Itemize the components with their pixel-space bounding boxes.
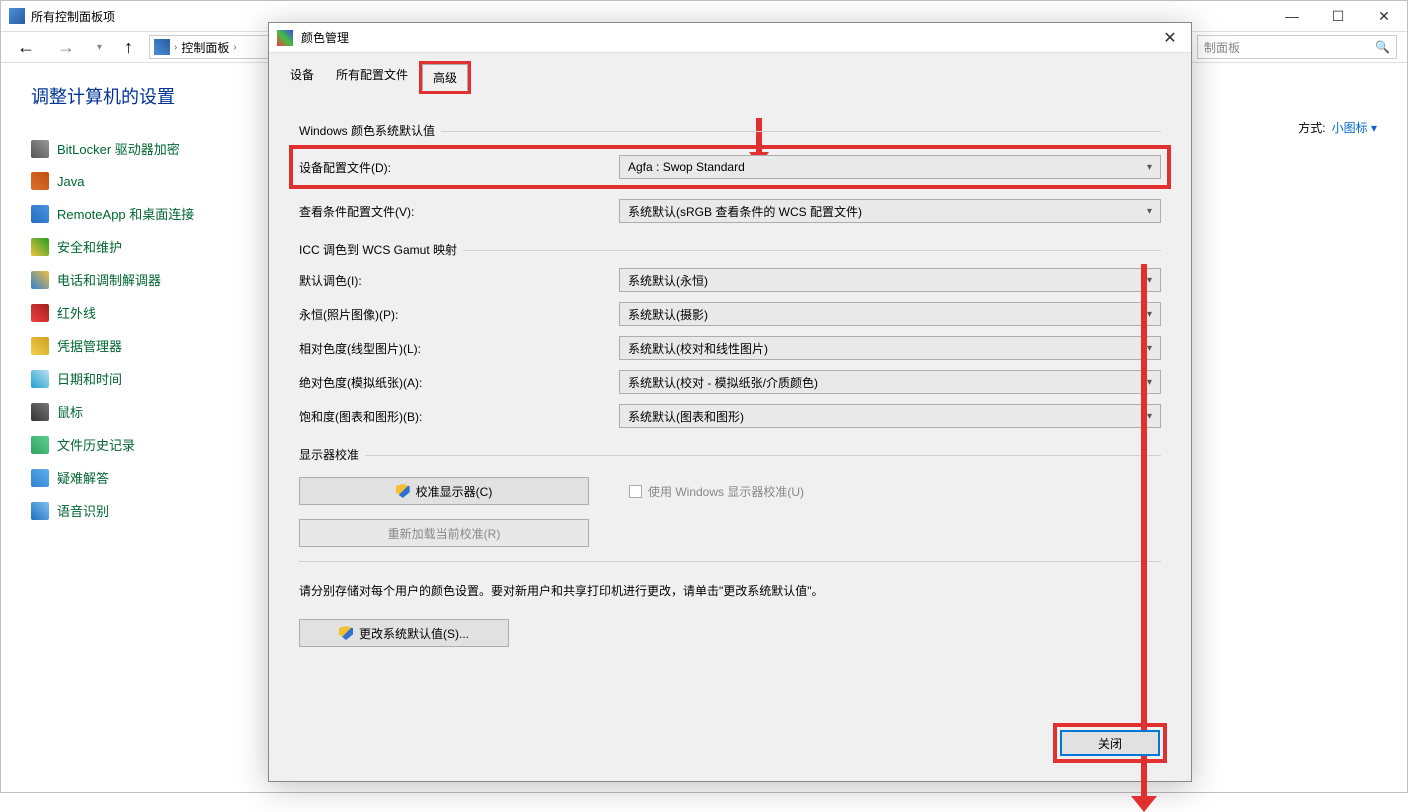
change-system-defaults-button[interactable]: 更改系统默认值(S)... [299,619,509,647]
close-window-button[interactable]: ✕ [1361,1,1407,31]
annotation-arrow-head [1131,796,1157,812]
search-placeholder: 制面板 [1204,39,1240,56]
shield-icon [396,484,410,498]
dialog-title: 颜色管理 [301,29,349,46]
color-management-icon [277,30,293,46]
calibrate-display-button[interactable]: 校准显示器(C) [299,477,589,505]
remoteapp-icon [31,205,49,223]
dialog-titlebar[interactable]: 颜色管理 ✕ [269,23,1191,53]
shield-icon [339,626,353,640]
absolute-colorimetric-label: 绝对色度(模拟纸张)(A): [299,374,619,391]
cp-title: 所有控制面板项 [31,8,115,25]
absolute-colorimetric-combo[interactable]: 系统默认(校对 - 模拟纸张/介质颜色)▾ [619,370,1161,394]
chevron-down-icon: ▾ [1147,411,1152,422]
credentials-icon [31,337,49,355]
chevron-down-icon: ▾ [1147,162,1152,173]
viewing-conditions-combo[interactable]: 系统默认(sRGB 查看条件的 WCS 配置文件) ▾ [619,199,1161,223]
troubleshoot-icon [31,469,49,487]
saturation-combo[interactable]: 系统默认(图表和图形)▾ [619,404,1161,428]
minimize-button[interactable]: — [1269,1,1315,31]
close-button[interactable]: 关闭 [1060,730,1160,756]
viewing-conditions-label: 查看条件配置文件(V): [299,203,619,220]
dialog-close-button[interactable]: ✕ [1155,27,1185,49]
mouse-icon [31,403,49,421]
control-panel-icon [9,8,25,24]
group-icc-gamut: ICC 调色到 WCS Gamut 映射 [299,241,1161,258]
default-intent-label: 默认调色(I): [299,272,619,289]
device-profile-combo[interactable]: Agfa : Swop Standard ▾ [619,155,1161,179]
back-button[interactable]: ← [11,37,41,58]
view-mode-selector: 方式: 小图标 ▾ [1298,119,1377,136]
annotation-close-highlight: 关闭 [1053,723,1167,763]
chevron-down-icon: ▾ [1147,309,1152,320]
perceptual-label: 永恒(照片图像)(P): [299,306,619,323]
forward-button[interactable]: → [51,37,81,58]
reload-calibration-button: 重新加载当前校准(R) [299,519,589,547]
checkbox-icon [629,485,642,498]
annotation-tab-highlight: 高级 [419,61,471,94]
chevron-down-icon: ▾ [1147,275,1152,286]
up-button[interactable]: ↑ [118,37,139,58]
filehistory-icon [31,436,49,454]
chevron-down-icon: ▾ [1147,343,1152,354]
annotation-row-highlight: 设备配置文件(D): Agfa : Swop Standard ▾ [289,145,1171,189]
group-display-calibration: 显示器校准 [299,446,1161,463]
java-icon [31,172,49,190]
tab-all-profiles[interactable]: 所有配置文件 [325,61,419,94]
group-windows-defaults: Windows 颜色系统默认值 [299,122,1161,139]
tab-devices[interactable]: 设备 [279,61,325,94]
search-icon: 🔍 [1375,40,1390,54]
breadcrumb-item[interactable]: 控制面板 [181,39,229,56]
speech-icon [31,502,49,520]
chevron-down-icon: ▾ [1147,377,1152,388]
maximize-button[interactable]: ☐ [1315,1,1361,31]
tab-advanced[interactable]: 高级 [422,64,468,91]
phone-icon [31,271,49,289]
use-windows-calibration-checkbox[interactable]: 使用 Windows 显示器校准(U) [629,483,804,500]
info-text: 请分别存储对每个用户的颜色设置。要对新用户和共享打印机进行更改，请单击"更改系统… [299,582,1161,599]
history-dropdown[interactable]: ▾ [91,42,108,53]
view-mode-link[interactable]: 小图标 ▾ [1332,119,1377,136]
perceptual-combo[interactable]: 系统默认(摄影)▾ [619,302,1161,326]
infrared-icon [31,304,49,322]
chevron-down-icon: ▾ [1147,206,1152,217]
tabs-row: 设备 所有配置文件 高级 [269,53,1191,94]
color-management-dialog: 颜色管理 ✕ 设备 所有配置文件 高级 Windows 颜色系统默认值 设备配置… [268,22,1192,782]
relative-colorimetric-combo[interactable]: 系统默认(校对和线性图片)▾ [619,336,1161,360]
saturation-label: 饱和度(图表和图形)(B): [299,408,619,425]
default-intent-combo[interactable]: 系统默认(永恒)▾ [619,268,1161,292]
datetime-icon [31,370,49,388]
device-profile-label: 设备配置文件(D): [299,159,619,176]
search-input[interactable]: 制面板 🔍 [1197,35,1397,59]
bitlocker-icon [31,140,49,158]
security-icon [31,238,49,256]
dialog-body: 设备 所有配置文件 高级 Windows 颜色系统默认值 设备配置文件(D): … [269,53,1191,781]
relative-colorimetric-label: 相对色度(线型图片)(L): [299,340,619,357]
breadcrumb-icon [154,39,170,55]
